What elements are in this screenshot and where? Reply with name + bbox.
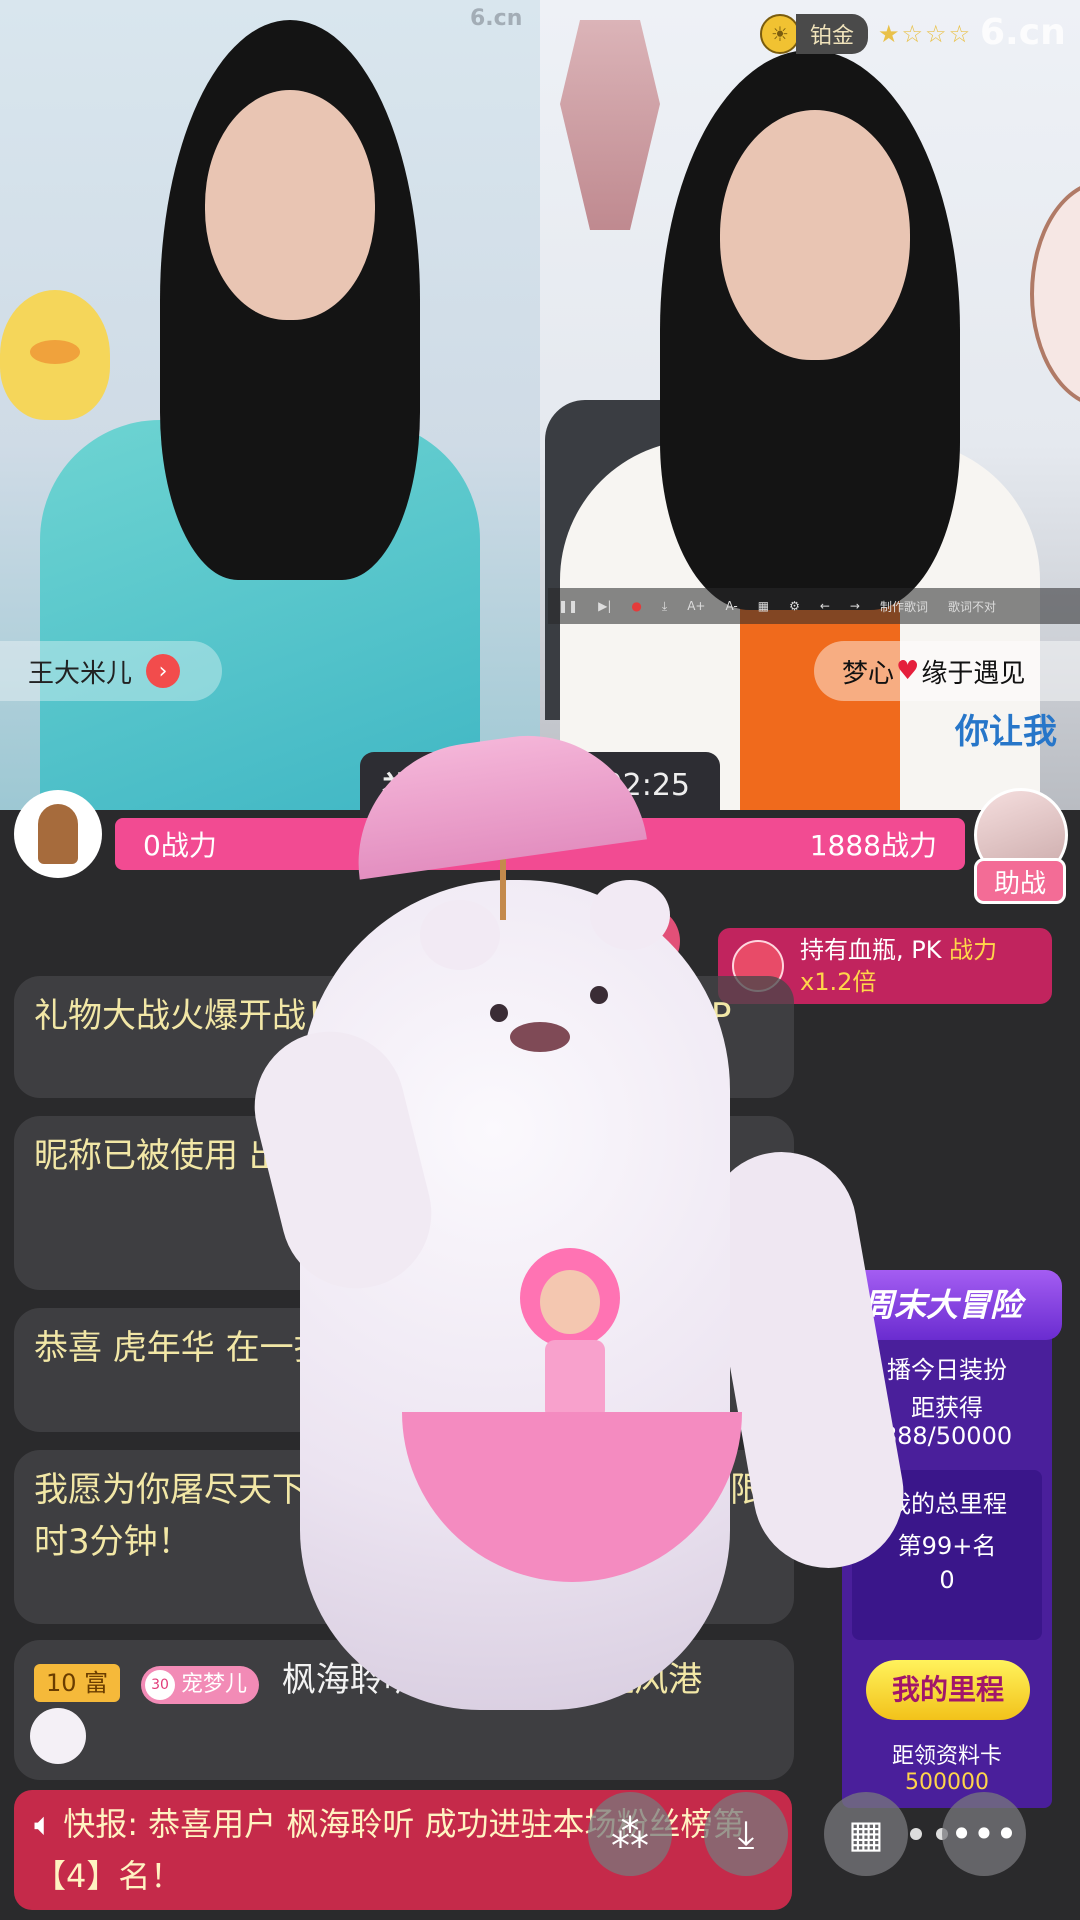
share-icon[interactable]: ⁂ [588,1792,672,1876]
lyric-overlay: 你让我 [955,712,1057,752]
next-track-icon[interactable]: ▶| [598,599,611,613]
duck-beak [30,340,80,364]
card-value: 500000 [905,1770,989,1795]
sun-icon: ☀ [760,14,800,54]
girl-figure-body [545,1340,605,1420]
heart-icon: ♥ [896,656,920,686]
right-streamer-name-part2: 缘于遇见 [921,658,1026,689]
bottle-line1: 持有血瓶, PK [800,936,950,964]
more-icon[interactable]: ••• [942,1792,1026,1876]
pet-level: 30 [144,1670,175,1700]
speaker-icon: 🔈︎ [34,1805,54,1843]
lyrics-wrong-link[interactable]: 歌词不对 [948,598,996,615]
left-streamer-name: 王大米儿 [28,658,133,689]
page-dot [910,1828,922,1840]
download-lyrics-icon[interactable]: ⤓ [662,599,667,614]
pet-name: 宠梦儿 [180,1672,247,1697]
next-icon[interactable]: → [850,599,860,613]
bear-left-ear [420,900,500,970]
left-team-avatar[interactable] [14,790,102,878]
help-battle-button[interactable]: 助战 [974,858,1066,904]
right-power: 1888战力 [809,829,937,862]
bottle-line1-highlight: 战力 [949,936,998,964]
pause-icon[interactable]: ❚❚ [558,599,578,613]
bear-left-eye [490,1004,508,1022]
fan-decor [1030,180,1080,408]
watermark-left: 6.cn [470,6,523,31]
music-player-toolbar: ❚❚ ▶| ● ⤓ A+ A- ▦ ⚙ ← → 制作歌词 歌词不对 [548,588,1080,624]
bear-gift-animation [300,880,730,1710]
rich-level-badge: 10 富 [34,1664,121,1702]
deer-head-decor [560,20,660,230]
font-increase-icon[interactable]: A+ [687,599,705,613]
download-icon[interactable]: ⤓ [704,1792,788,1876]
rank-badge[interactable]: ☀ 铂金 ★☆☆☆ [760,14,972,54]
my-mileage-button[interactable]: 我的里程 [866,1660,1030,1720]
doll-avatar-icon [38,804,78,864]
right-streamer-face [720,110,910,360]
bear-right-ear [590,880,670,950]
prev-icon[interactable]: ← [820,599,830,613]
left-streamer-face [205,90,375,320]
right-streamer-name-pill[interactable]: 梦心 ♥ 缘于遇见 [814,641,1080,701]
left-streamer-name-pill[interactable]: 王大米儿 › [0,641,222,701]
pet-badge: 30 宠梦儿 [140,1666,259,1704]
adventure-distance: 0 [939,1566,955,1594]
grid-icon[interactable]: ▦ [824,1792,908,1876]
bear-nose [510,1022,570,1052]
rank-label: 铂金 [796,14,869,54]
gift-thumbnail-icon [30,1708,86,1764]
news-flash-banner[interactable]: 🔈︎ 快报: 恭喜用户 枫海聆听 成功进驻本场粉丝榜第【4】名！ [14,1790,792,1910]
make-lyrics-link[interactable]: 制作歌词 [880,598,928,615]
bottle-line2: x1.2倍 [800,968,877,996]
rank-stars: ★☆☆☆ [878,20,973,48]
grid-small-icon[interactable]: ▦ [758,599,769,613]
card-label: 距领资料卡 [891,1744,1002,1769]
record-icon[interactable]: ● [631,599,641,613]
settings-icon[interactable]: ⚙ [789,599,800,613]
left-power: 0战力 [143,829,217,862]
chevron-right-icon: › [146,654,181,688]
bear-right-eye [590,986,608,1004]
font-decrease-icon[interactable]: A- [725,599,737,613]
girl-figure-face [540,1270,600,1334]
watermark-right: 6.cn [980,12,1066,53]
right-streamer-name-part1: 梦心 [842,658,895,689]
